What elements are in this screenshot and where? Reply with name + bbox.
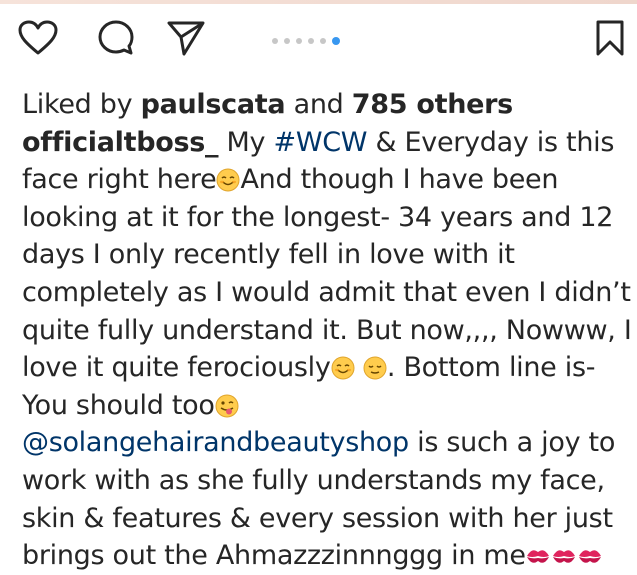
- carousel-dot: [308, 38, 314, 44]
- likes-prefix: Liked by: [22, 89, 141, 120]
- comment-icon[interactable]: [94, 16, 138, 60]
- carousel-dot: [272, 38, 278, 44]
- smiling-face-emoji-icon: [216, 168, 240, 192]
- smiling-face-emoji-icon: [331, 356, 355, 380]
- liked-by-user[interactable]: paulscata: [141, 89, 286, 120]
- share-icon[interactable]: [164, 16, 208, 60]
- image-bottom-edge: [0, 0, 637, 4]
- carousel-dot: [296, 38, 302, 44]
- heart-icon[interactable]: [16, 16, 60, 60]
- hashtag-link[interactable]: #WCW: [274, 127, 368, 158]
- post-action-bar: [0, 16, 637, 68]
- carousel-dot-active: [332, 37, 340, 45]
- mention-link[interactable]: @solangehairandbeautyshop: [22, 427, 409, 458]
- likes-summary[interactable]: Liked by paulscata and 785 others: [22, 86, 632, 124]
- winking-tongue-face-emoji-icon: [215, 394, 239, 418]
- carousel-dot: [284, 38, 290, 44]
- kiss-mark-emoji-icon: [526, 550, 549, 563]
- caption-author[interactable]: officialtboss_: [22, 127, 219, 158]
- kiss-mark-emoji-icon: [552, 550, 575, 563]
- caption: officialtboss_ My #WCW & Everyday is thi…: [22, 124, 632, 575]
- bookmark-icon[interactable]: [588, 16, 632, 60]
- likes-count[interactable]: 785 others: [352, 89, 513, 120]
- caption-text: And though I have been looking at it for…: [22, 164, 632, 384]
- carousel-dot: [320, 38, 326, 44]
- likes-middle: and: [285, 89, 352, 120]
- relieved-face-emoji-icon: [363, 356, 387, 380]
- carousel-indicator: [272, 36, 340, 46]
- kiss-mark-emoji-icon: [578, 550, 601, 563]
- caption-text: My: [218, 126, 274, 158]
- post-text: Liked by paulscata and 785 others offici…: [22, 86, 632, 575]
